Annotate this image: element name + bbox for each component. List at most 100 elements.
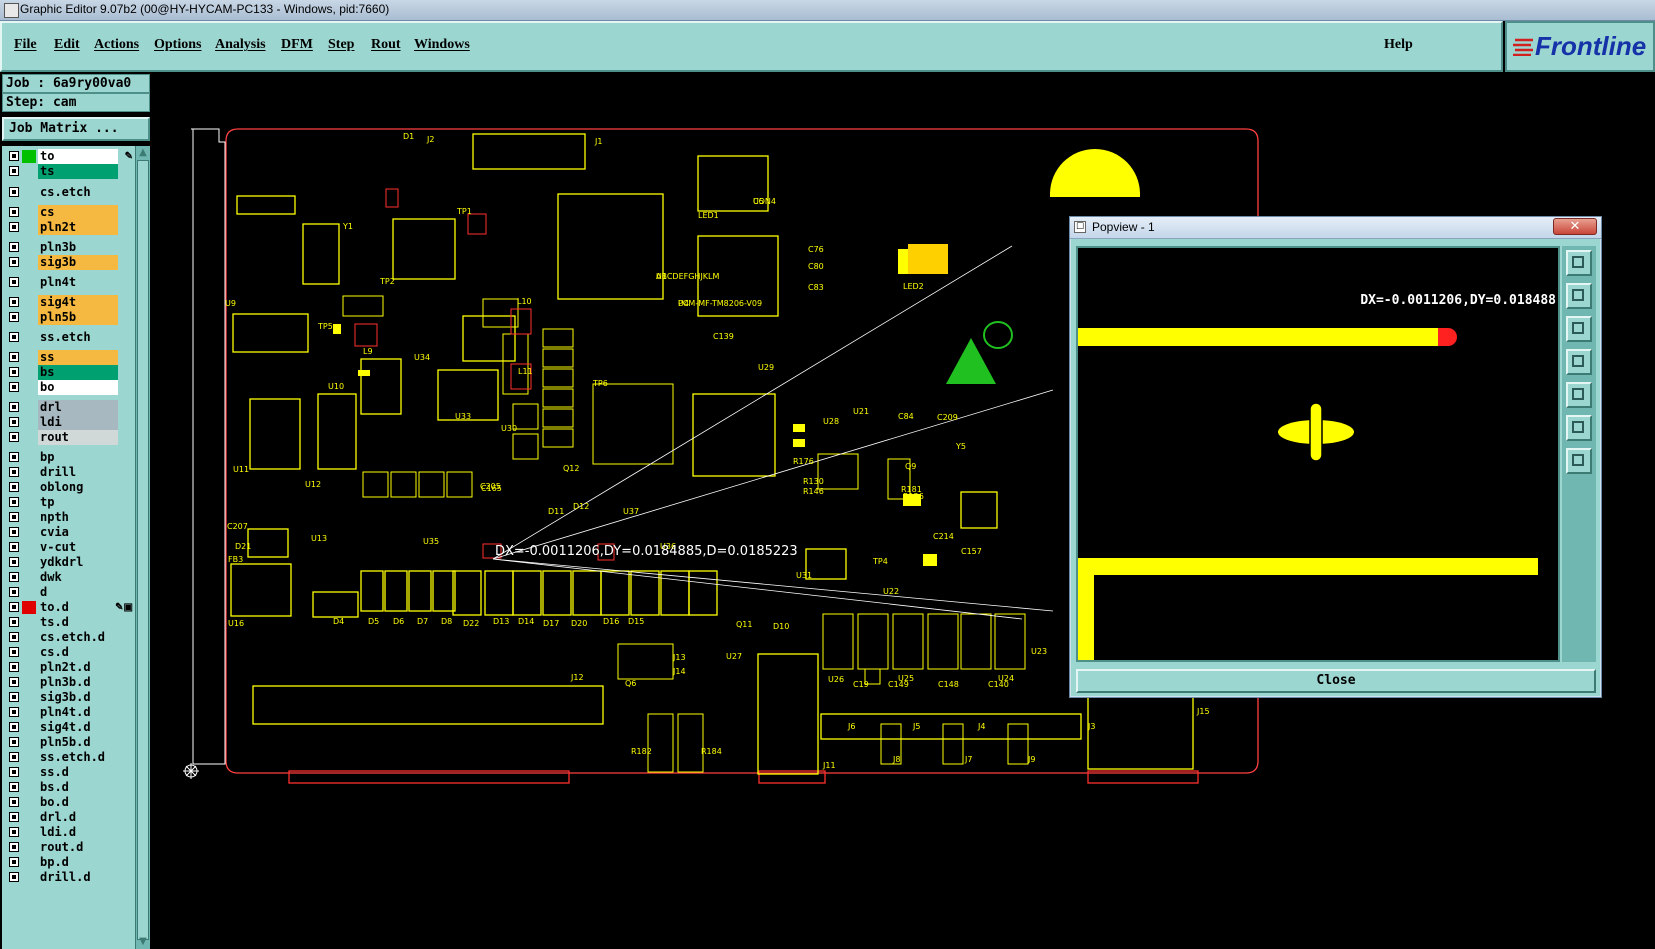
layer-checkbox[interactable] (9, 151, 19, 161)
layer-name[interactable]: cvia (38, 525, 118, 540)
layer-name[interactable]: ldi (38, 415, 118, 430)
layer-name[interactable]: rout.d (38, 840, 118, 855)
popview-zoom-view[interactable]: DX=-0.0011206,DY=0.018488 (1076, 246, 1560, 662)
layer-row-bo[interactable]: bo (2, 380, 135, 395)
layer-color-swatch[interactable] (22, 526, 36, 539)
layer-color-swatch[interactable] (22, 541, 36, 554)
layer-color-swatch[interactable] (22, 736, 36, 749)
layer-checkbox[interactable] (9, 722, 19, 732)
layer-color-swatch[interactable] (22, 811, 36, 824)
layer-name[interactable]: ts (38, 164, 118, 179)
layer-color-swatch[interactable] (22, 646, 36, 659)
layer-name[interactable]: cs.etch.d (38, 630, 118, 645)
layer-row-cs-etch-d[interactable]: cs.etch.d (2, 630, 135, 645)
layer-name[interactable]: v-cut (38, 540, 118, 555)
layer-checkbox[interactable] (9, 527, 19, 537)
layer-name[interactable]: sig4t.d (38, 720, 118, 735)
layer-name[interactable]: cs.etch (38, 185, 118, 200)
layer-color-swatch[interactable] (22, 165, 36, 178)
layer-row-sig3b[interactable]: sig3b (2, 255, 135, 270)
layer-name[interactable]: pln3b (38, 240, 118, 255)
layer-color-swatch[interactable] (22, 431, 36, 444)
layer-row-ldi-d[interactable]: ldi.d (2, 825, 135, 840)
layer-row-sig4t-d[interactable]: sig4t.d (2, 720, 135, 735)
layer-name[interactable]: to.d (38, 600, 118, 615)
scrollbar-thumb[interactable] (137, 160, 149, 940)
layer-row-ss-etch[interactable]: ss.etch (2, 330, 135, 345)
layer-row-v-cut[interactable]: v-cut (2, 540, 135, 555)
home-icon[interactable] (1566, 448, 1592, 474)
layer-row-npth[interactable]: npth (2, 510, 135, 525)
layer-name[interactable]: npth (38, 510, 118, 525)
layer-row-sig4t[interactable]: sig4t (2, 295, 135, 310)
layer-row-pln2t-d[interactable]: pln2t.d (2, 660, 135, 675)
layer-row-rout-d[interactable]: rout.d (2, 840, 135, 855)
layer-color-swatch[interactable] (22, 661, 36, 674)
layer-color-swatch[interactable] (22, 691, 36, 704)
layer-row-ss-etch-d[interactable]: ss.etch.d (2, 750, 135, 765)
layer-row-pln4t-d[interactable]: pln4t.d (2, 705, 135, 720)
layer-name[interactable]: ydkdrl (38, 555, 118, 570)
layer-name[interactable]: ss (38, 350, 118, 365)
layer-name[interactable]: tp (38, 495, 118, 510)
layer-color-swatch[interactable] (22, 351, 36, 364)
pan-right-icon[interactable] (1566, 382, 1592, 408)
layer-checkbox[interactable] (9, 632, 19, 642)
layer-checkbox[interactable] (9, 432, 19, 442)
layer-checkbox[interactable] (9, 752, 19, 762)
pan-left-icon[interactable] (1566, 349, 1592, 375)
layer-color-swatch[interactable] (22, 186, 36, 199)
layer-name[interactable]: ss.d (38, 765, 118, 780)
layer-color-swatch[interactable] (22, 616, 36, 629)
layer-color-swatch[interactable] (22, 721, 36, 734)
layer-name[interactable]: to (38, 149, 118, 164)
layer-checkbox[interactable] (9, 707, 19, 717)
layer-checkbox[interactable] (9, 187, 19, 197)
popview-close-button[interactable]: Close (1076, 669, 1596, 693)
layer-color-swatch[interactable] (22, 751, 36, 764)
layer-checkbox[interactable] (9, 797, 19, 807)
layer-checkbox[interactable] (9, 417, 19, 427)
layer-color-swatch[interactable] (22, 401, 36, 414)
pan-down-icon[interactable] (1566, 316, 1592, 342)
layer-name[interactable]: cs (38, 205, 118, 220)
layer-color-swatch[interactable] (22, 841, 36, 854)
layer-color-swatch[interactable] (22, 781, 36, 794)
layer-checkbox[interactable] (9, 647, 19, 657)
layer-checkbox[interactable] (9, 542, 19, 552)
layer-checkbox[interactable] (9, 222, 19, 232)
layer-checkbox[interactable] (9, 312, 19, 322)
layer-row-ss-d[interactable]: ss.d (2, 765, 135, 780)
layer-checkbox[interactable] (9, 297, 19, 307)
job-matrix-button[interactable]: Job Matrix ... (2, 117, 150, 141)
layer-color-swatch[interactable] (22, 871, 36, 884)
layer-row-pln5b-d[interactable]: pln5b.d (2, 735, 135, 750)
layer-name[interactable]: d (38, 585, 118, 600)
layer-checkbox[interactable] (9, 767, 19, 777)
layer-row-dwk[interactable]: dwk (2, 570, 135, 585)
layer-row-bo-d[interactable]: bo.d (2, 795, 135, 810)
layer-name[interactable]: cs.d (38, 645, 118, 660)
menu-rout[interactable]: Rout (371, 37, 401, 53)
layer-name[interactable]: drill (38, 465, 118, 480)
layer-checkbox[interactable] (9, 872, 19, 882)
layer-row-sig3b-d[interactable]: sig3b.d (2, 690, 135, 705)
menu-windows[interactable]: Windows (414, 37, 470, 53)
layer-color-swatch[interactable] (22, 296, 36, 309)
layer-checkbox[interactable] (9, 737, 19, 747)
layer-color-swatch[interactable] (22, 631, 36, 644)
layer-checkbox[interactable] (9, 402, 19, 412)
layer-row-drill[interactable]: drill (2, 465, 135, 480)
layer-checkbox[interactable] (9, 242, 19, 252)
layer-checkbox[interactable] (9, 332, 19, 342)
layer-name[interactable]: dwk (38, 570, 118, 585)
layer-color-swatch[interactable] (22, 556, 36, 569)
layer-color-swatch[interactable] (22, 256, 36, 269)
pan-up-icon[interactable] (1566, 283, 1592, 309)
layer-row-to[interactable]: to ✎ (2, 149, 135, 164)
layer-row-cs-d[interactable]: cs.d (2, 645, 135, 660)
layer-name[interactable]: bo (38, 380, 118, 395)
menu-options[interactable]: Options (154, 37, 201, 53)
layer-name[interactable]: bo.d (38, 795, 118, 810)
layer-checkbox[interactable] (9, 452, 19, 462)
